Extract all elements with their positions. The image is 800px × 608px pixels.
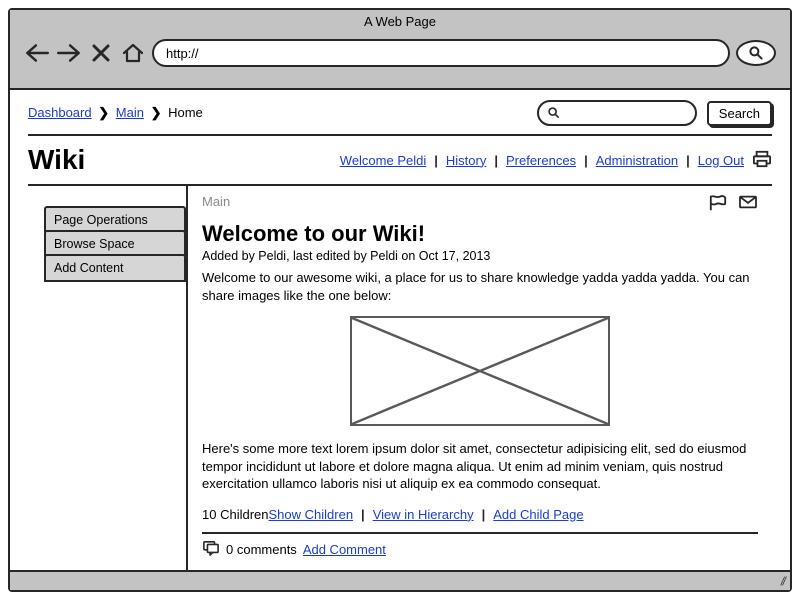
chevron-right-icon: ❯ xyxy=(151,105,162,120)
browser-titlebar: A Web Page http:// xyxy=(10,10,790,90)
space-label: Main xyxy=(202,194,230,209)
site-title: Wiki xyxy=(28,144,85,176)
link-welcome[interactable]: Welcome Peldi xyxy=(340,153,426,168)
resize-grip-icon[interactable]: ⁄⁄ xyxy=(781,574,787,588)
url-text: http:// xyxy=(166,46,199,61)
breadcrumb: Dashboard ❯ Main ❯ Home xyxy=(28,105,203,121)
url-input[interactable]: http:// xyxy=(152,39,730,67)
breadcrumb-link-main[interactable]: Main xyxy=(116,105,144,120)
content-pane: Main Welcome to our Wiki! Added by Peldi… xyxy=(186,186,772,570)
chevron-right-icon: ❯ xyxy=(98,105,109,120)
breadcrumb-current: Home xyxy=(168,105,203,120)
comments-count: 0 comments xyxy=(226,542,297,557)
main-layout: Page Operations Browse Space Add Content… xyxy=(28,186,772,570)
stop-button[interactable] xyxy=(88,41,114,65)
browser-search-button[interactable] xyxy=(736,40,776,66)
children-count: 10 Children xyxy=(202,507,269,522)
search-input[interactable] xyxy=(537,100,697,126)
children-row: 10 Children Show Children | View in Hier… xyxy=(202,507,758,530)
breadcrumb-row: Dashboard ❯ Main ❯ Home Search xyxy=(28,100,772,136)
tab-add-content[interactable]: Add Content xyxy=(44,254,186,282)
comment-icon xyxy=(202,540,220,559)
forward-button[interactable] xyxy=(56,41,82,65)
print-icon[interactable] xyxy=(752,150,772,171)
page-title: Welcome to our Wiki! xyxy=(202,221,758,247)
browser-toolbar: http:// xyxy=(10,31,790,67)
body-text: Here's some more text lorem ipsum dolor … xyxy=(202,440,758,493)
header-row: Wiki Welcome Peldi | History | Preferenc… xyxy=(28,136,772,186)
link-preferences[interactable]: Preferences xyxy=(506,153,576,168)
page-byline: Added by Peldi, last edited by Peldi on … xyxy=(202,249,758,263)
link-show-children[interactable]: Show Children xyxy=(269,507,354,522)
tab-browse-space[interactable]: Browse Space xyxy=(44,230,186,256)
comments-row: 0 comments Add Comment xyxy=(202,534,758,559)
image-placeholder xyxy=(350,316,610,426)
status-bar: ⁄⁄ xyxy=(10,570,790,590)
link-administration[interactable]: Administration xyxy=(596,153,678,168)
mail-icon[interactable] xyxy=(738,194,758,215)
search-button[interactable]: Search xyxy=(707,101,772,126)
search-icon xyxy=(547,106,561,120)
link-view-hierarchy[interactable]: View in Hierarchy xyxy=(373,507,474,522)
tab-page-operations[interactable]: Page Operations xyxy=(44,206,186,232)
site-search: Search xyxy=(537,100,772,126)
window-title: A Web Page xyxy=(10,10,790,31)
link-add-comment[interactable]: Add Comment xyxy=(303,542,386,557)
sidebar: Page Operations Browse Space Add Content xyxy=(28,186,186,570)
flag-icon[interactable] xyxy=(708,194,728,215)
breadcrumb-link-dashboard[interactable]: Dashboard xyxy=(28,105,92,120)
header-links: Welcome Peldi | History | Preferences | … xyxy=(340,150,772,171)
link-add-child[interactable]: Add Child Page xyxy=(493,507,583,522)
link-logout[interactable]: Log Out xyxy=(698,153,744,168)
home-button[interactable] xyxy=(120,41,146,65)
back-button[interactable] xyxy=(24,41,50,65)
link-history[interactable]: History xyxy=(446,153,486,168)
browser-window: A Web Page http:// Dashbo xyxy=(8,8,792,592)
content-header: Main xyxy=(202,194,758,215)
intro-text: Welcome to our awesome wiki, a place for… xyxy=(202,269,758,304)
page-body: Dashboard ❯ Main ❯ Home Search Wiki Welc… xyxy=(10,90,790,570)
